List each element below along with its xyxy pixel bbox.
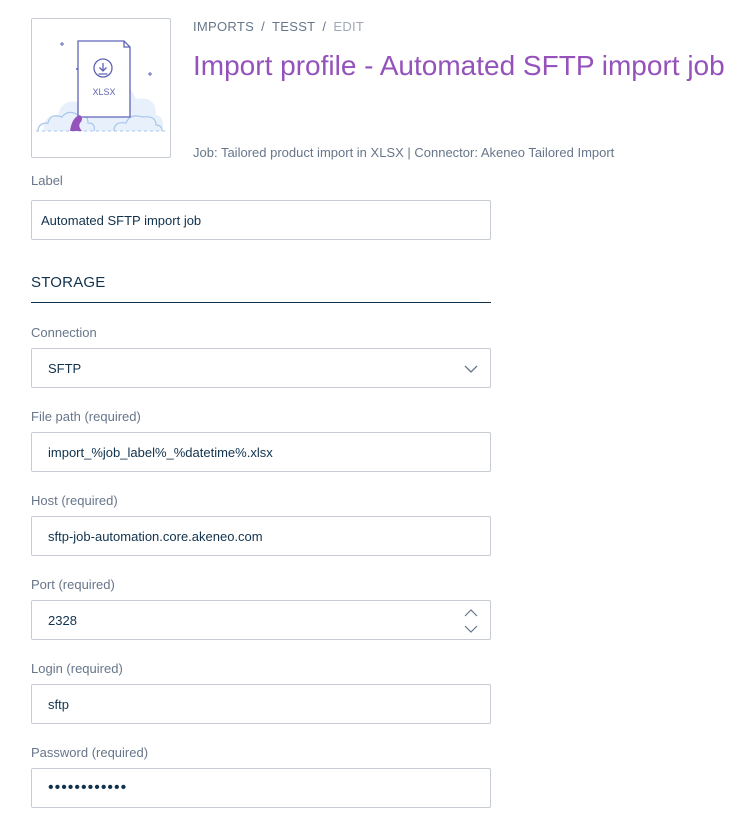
chevron-down-icon[interactable] — [464, 362, 478, 376]
breadcrumb-separator: / — [322, 19, 327, 34]
storage-section-title: STORAGE — [31, 274, 106, 291]
label-input-value: Automated SFTP import job — [41, 212, 202, 228]
login-input[interactable]: sftp — [31, 684, 491, 724]
port-input[interactable]: 2328 — [31, 600, 491, 640]
file-path-field-label: File path (required) — [31, 409, 141, 424]
password-value: •••••••••••• — [48, 779, 128, 796]
file-type-badge: XLSX — [92, 87, 115, 97]
number-stepper-icon[interactable] — [464, 607, 478, 635]
page-title: Import profile - Automated SFTP import j… — [193, 50, 725, 81]
port-value: 2328 — [48, 612, 77, 628]
connection-select-value: SFTP — [48, 360, 82, 376]
job-connector-info: Job: Tailored product import in XLSX | C… — [193, 145, 615, 160]
login-field-label: Login (required) — [31, 661, 123, 676]
breadcrumb-edit: EDIT — [333, 19, 365, 34]
breadcrumb-separator: / — [261, 19, 266, 34]
label-input[interactable]: Automated SFTP import job — [31, 200, 491, 240]
host-value: sftp-job-automation.core.akeneo.com — [48, 528, 263, 544]
password-input[interactable]: •••••••••••• — [31, 768, 491, 808]
file-path-value: import_%job_label%_%datetime%.xlsx — [48, 444, 273, 460]
host-field-label: Host (required) — [31, 493, 118, 508]
port-field-label: Port (required) — [31, 577, 115, 592]
password-field-label: Password (required) — [31, 745, 149, 760]
file-path-input[interactable]: import_%job_label%_%datetime%.xlsx — [31, 432, 491, 472]
host-input[interactable]: sftp-job-automation.core.akeneo.com — [31, 516, 491, 556]
import-illustration: XLSX — [36, 40, 166, 132]
connection-field-label: Connection — [31, 325, 97, 340]
label-field-label: Label — [31, 173, 63, 188]
connection-select[interactable]: SFTP — [31, 348, 491, 388]
file-icon — [77, 40, 131, 118]
job-thumbnail: XLSX — [31, 18, 171, 158]
login-value: sftp — [48, 696, 69, 712]
breadcrumb-imports[interactable]: IMPORTS — [193, 19, 254, 34]
breadcrumb: IMPORTS / TESST / EDIT — [193, 19, 364, 34]
section-divider — [31, 302, 491, 303]
download-icon — [93, 58, 113, 78]
breadcrumb-tesst[interactable]: TESST — [272, 19, 315, 34]
